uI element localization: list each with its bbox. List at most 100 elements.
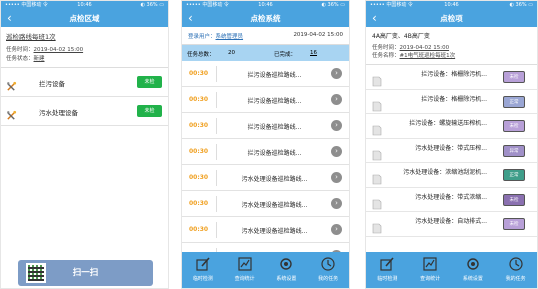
document-icon — [372, 121, 382, 136]
area-item[interactable]: 拦污设备 未检 — [1, 68, 168, 97]
point-row[interactable]: 拦污设备：螺旋输送压榨机... 未检 — [366, 114, 537, 139]
point-row[interactable]: 污水处理设备：带式浓缩... 未检 — [366, 188, 537, 212]
task-row[interactable]: 00:30 拦污设备巡检路线... › — [182, 61, 349, 87]
chevron-right-icon[interactable]: › — [331, 94, 342, 105]
area-name: 拦污设备 — [39, 80, 65, 88]
status-bar: ••••• 中国移动 令 10:46 ◐ 36% ▭ — [366, 1, 537, 10]
done-label: 已完成： — [274, 52, 297, 58]
divider — [216, 170, 217, 186]
status-badge: 异常 — [503, 144, 525, 157]
document-icon — [372, 195, 382, 209]
status-bar: ••••• 中国移动 令 10:46 ◐ 36% ▭ — [182, 1, 349, 10]
task-row[interactable]: 00:30 拦污设备巡检路线... › — [182, 139, 349, 165]
chevron-right-icon[interactable]: › — [331, 146, 342, 157]
chevron-right-icon[interactable]: › — [331, 198, 342, 209]
scan-button[interactable]: 扫一扫 — [18, 260, 153, 286]
tab-item[interactable]: 临时检测 — [366, 252, 409, 288]
tab-item[interactable]: 临时检测 — [182, 252, 224, 288]
task-name-label: 任务名称： — [372, 53, 400, 59]
station-names: 4A高厂变、4B高厂变 — [372, 33, 430, 40]
tab-label: 临时检测 — [192, 276, 213, 282]
tab-label: 查询统计 — [234, 276, 255, 282]
task-name-row: 任务名称：#1电气班巡检每班1次 — [372, 52, 531, 60]
tab-label: 临时检测 — [377, 276, 398, 282]
task-icon — [319, 255, 337, 273]
back-icon[interactable]: ‹ — [372, 11, 377, 25]
chevron-right-icon[interactable]: › — [331, 172, 342, 183]
document-icon — [372, 219, 382, 234]
settings-icon — [464, 255, 482, 273]
task-name: 污水处理设备巡检路线... — [241, 176, 308, 183]
point-name: 拦污设备：格栅除污机... — [421, 71, 487, 78]
point-row[interactable]: 拦污设备：格栅除污机... 正常 — [366, 90, 537, 114]
task-row[interactable]: 00:30 拦污设备巡检路线... › — [182, 113, 349, 139]
total-label: 任务总数： — [187, 52, 215, 58]
battery: ◐ 36% ▭ — [140, 2, 164, 8]
tab-item[interactable]: 我的任务 — [307, 252, 349, 288]
task-time: 00:30 — [189, 148, 209, 155]
task-time: 00:30 — [189, 226, 209, 233]
nav-bar: ‹ 点检项 — [366, 10, 537, 27]
status-badge: 正常 — [503, 95, 525, 108]
task-stats: 任务总数： 20 已完成： 16 — [182, 45, 349, 61]
user-row: 登录用户：系统管理员 — [188, 32, 243, 40]
status-badge: 未检 — [137, 105, 162, 117]
chevron-right-icon[interactable]: › — [331, 120, 342, 131]
status-badge: 未检 — [503, 120, 525, 132]
tab-item[interactable]: 我的任务 — [494, 252, 537, 288]
task-name-value: #1电气班巡检每班1次 — [399, 53, 456, 59]
battery: ◐ 36% ▭ — [509, 2, 533, 8]
point-name: 拦污设备：格栅除污机... — [421, 95, 487, 103]
total-value: 20 — [228, 50, 235, 56]
divider — [216, 118, 217, 134]
divider — [216, 144, 217, 160]
tab-item[interactable]: 查询统计 — [409, 252, 452, 288]
tab-item[interactable]: 系统设置 — [266, 252, 308, 288]
tab-item[interactable]: 查询统计 — [224, 252, 266, 288]
page-title: 点检区域 — [69, 14, 100, 23]
stats-icon — [236, 255, 254, 273]
point-row[interactable]: 拦污设备：格栅除污机... 未检 — [366, 65, 537, 90]
route-name[interactable]: 巡检路线每班1次 — [6, 31, 163, 41]
done-value: 16 — [310, 50, 317, 56]
point-name: 污水处理设备：带式浓缩... — [415, 193, 487, 201]
task-row[interactable]: 00:30 拦污设备巡检路线... › — [182, 87, 349, 113]
point-row[interactable]: 污水处理设备：带式压榨... 异常 — [366, 139, 537, 163]
tab-bar: 临时检测 查询统计 系统设置 我的任务 — [182, 252, 349, 288]
chevron-right-icon[interactable]: › — [331, 68, 342, 79]
tab-item[interactable]: 系统设置 — [452, 252, 495, 288]
task-info: 4A高厂变、4B高厂变 任务时间：2019-04-02 15:00 任务名称：#… — [366, 27, 537, 65]
area-item[interactable]: 污水处理设备 未检 — [1, 97, 168, 126]
nav-bar: ‹ 点检系统 — [182, 10, 349, 27]
back-icon[interactable]: ‹ — [7, 11, 12, 25]
task-status-value: 新建 — [33, 56, 45, 62]
task-row[interactable]: 00:30 污水处理设备巡检路线... › — [182, 191, 349, 217]
pencil-icon — [378, 255, 396, 273]
route-info: 巡检路线每班1次 任务时间：2019-04-02 15:00 任务状态：新建 — [1, 27, 168, 68]
tab-label: 我的任务 — [505, 276, 526, 282]
point-row[interactable]: 污水处理设备：浓缩池刮泥机... 正常 — [366, 163, 537, 188]
tab-label: 系统设置 — [276, 276, 297, 282]
user-name[interactable]: 系统管理员 — [216, 34, 244, 40]
task-time: 00:30 — [189, 174, 209, 181]
status-badge: 未检 — [503, 193, 525, 206]
area-list: 拦污设备 未检 污水处理设备 未检 — [1, 68, 168, 126]
tools-icon — [6, 77, 17, 91]
status-badge: 未检 — [137, 76, 162, 88]
divider — [216, 92, 217, 108]
task-name: 污水处理设备巡检路线... — [241, 202, 308, 209]
stats-icon — [421, 255, 439, 273]
task-row[interactable]: 00:30 污水处理设备巡检路线... › — [182, 165, 349, 191]
login-date: 2019-04-02 15:00 — [293, 32, 343, 38]
back-icon[interactable]: ‹ — [188, 11, 193, 25]
task-row[interactable]: 00:30 污水处理设备巡检路线... › — [182, 217, 349, 243]
tab-bar: 临时检测 查询统计 系统设置 我的任务 — [366, 252, 537, 288]
document-icon — [372, 97, 382, 111]
point-row[interactable]: 污水处理设备：自动排式... 未检 — [366, 212, 537, 237]
chevron-right-icon[interactable]: › — [331, 224, 342, 235]
document-icon — [372, 170, 382, 185]
task-time-label: 任务时间： — [372, 45, 400, 51]
phone-task-list-screen: ••••• 中国移动 令 10:46 ◐ 36% ▭ ‹ 点检系统 登录用户：系… — [181, 0, 350, 289]
user-info: 登录用户：系统管理员 2019-04-02 15:00 — [182, 27, 349, 45]
task-icon — [507, 255, 525, 273]
